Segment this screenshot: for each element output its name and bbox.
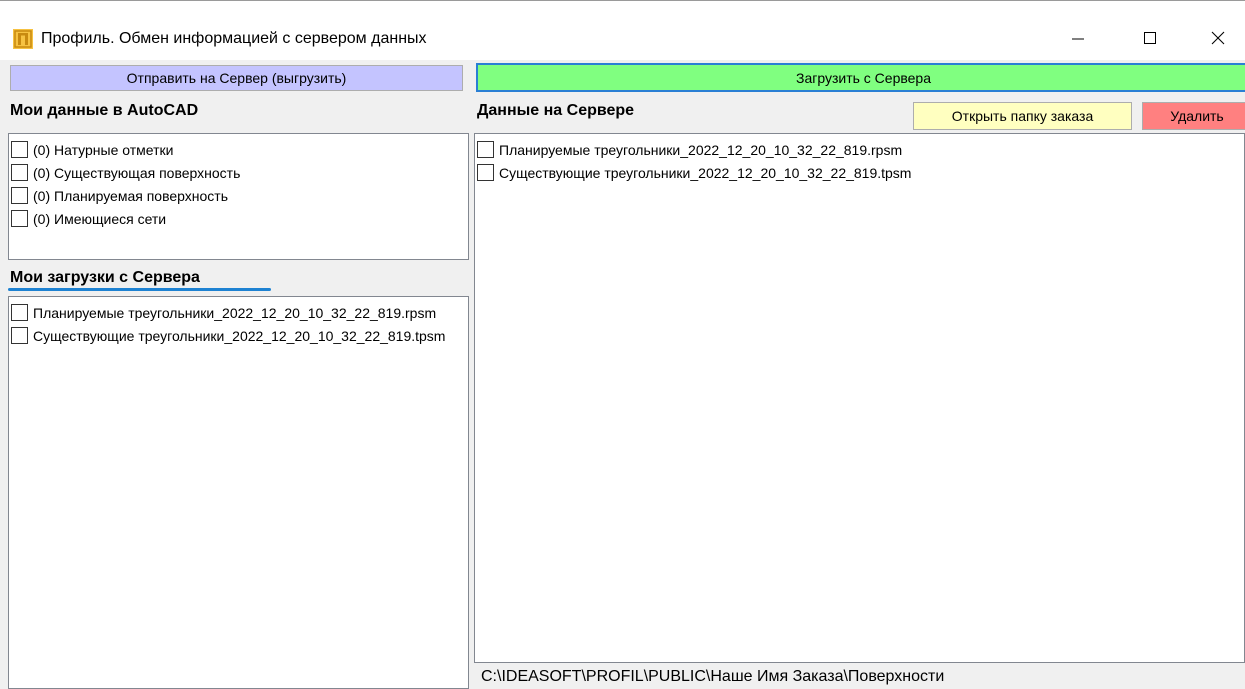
download-from-server-button[interactable]: Загрузить с Сервера: [476, 63, 1245, 92]
title-bar: Профиль. Обмен информацией с сервером да…: [0, 0, 1245, 60]
server-data-heading: Данные на Сервере: [477, 102, 635, 119]
checkbox[interactable]: [11, 187, 28, 204]
minimize-button[interactable]: [1055, 23, 1101, 53]
close-button[interactable]: [1195, 23, 1241, 53]
list-item-label: Планируемые треугольники_2022_12_20_10_3…: [499, 141, 903, 158]
window-title: Профиль. Обмен информацией с сервером да…: [41, 30, 427, 47]
my-downloads-tab[interactable]: Мои загрузки с Сервера: [10, 268, 200, 288]
maximize-button[interactable]: [1127, 23, 1173, 53]
list-item[interactable]: Существующие треугольники_2022_12_20_10_…: [11, 324, 468, 347]
list-item-label: (0) Имеющиеся сети: [33, 210, 167, 227]
list-item[interactable]: Существующие треугольники_2022_12_20_10_…: [477, 161, 1244, 184]
close-icon: [1211, 31, 1225, 45]
maximize-icon: [1144, 32, 1156, 44]
list-item[interactable]: Планируемые треугольники_2022_12_20_10_3…: [11, 301, 468, 324]
list-item-label: Существующие треугольники_2022_12_20_10_…: [33, 327, 446, 344]
list-item-label: Планируемые треугольники_2022_12_20_10_3…: [33, 304, 437, 321]
order-folder-path: C:\IDEASOFT\PROFIL\PUBLIC\Наше Имя Заказ…: [481, 668, 945, 685]
delete-button[interactable]: Удалить: [1142, 102, 1245, 130]
my-data-heading: Мои данные в AutoCAD: [10, 102, 199, 119]
list-item[interactable]: (0) Имеющиеся сети: [11, 207, 468, 230]
list-item[interactable]: Планируемые треугольники_2022_12_20_10_3…: [477, 138, 1244, 161]
list-item[interactable]: (0) Существующая поверхность: [11, 161, 468, 184]
open-order-folder-button[interactable]: Открыть папку заказа: [913, 102, 1132, 130]
checkbox[interactable]: [477, 164, 494, 181]
list-item-label: Существующие треугольники_2022_12_20_10_…: [499, 164, 912, 181]
list-item-label: (0) Планируемая поверхность: [33, 187, 228, 204]
list-item-label: (0) Существующая поверхность: [33, 164, 241, 181]
my-data-list[interactable]: (0) Натурные отметки (0) Существующая по…: [8, 133, 469, 260]
my-downloads-list[interactable]: Планируемые треугольники_2022_12_20_10_3…: [8, 296, 469, 689]
checkbox[interactable]: [11, 141, 28, 158]
minimize-icon: [1072, 38, 1084, 40]
checkbox[interactable]: [477, 141, 494, 158]
active-tab-underline: [8, 288, 271, 291]
app-logo-icon: [13, 29, 33, 49]
list-item[interactable]: (0) Планируемая поверхность: [11, 184, 468, 207]
server-data-list[interactable]: Планируемые треугольники_2022_12_20_10_3…: [474, 133, 1245, 663]
list-item[interactable]: (0) Натурные отметки: [11, 138, 468, 161]
checkbox[interactable]: [11, 210, 28, 227]
checkbox[interactable]: [11, 304, 28, 321]
checkbox[interactable]: [11, 327, 28, 344]
list-item-label: (0) Натурные отметки: [33, 141, 174, 158]
checkbox[interactable]: [11, 164, 28, 181]
upload-to-server-button[interactable]: Отправить на Сервер (выгрузить): [10, 65, 463, 91]
